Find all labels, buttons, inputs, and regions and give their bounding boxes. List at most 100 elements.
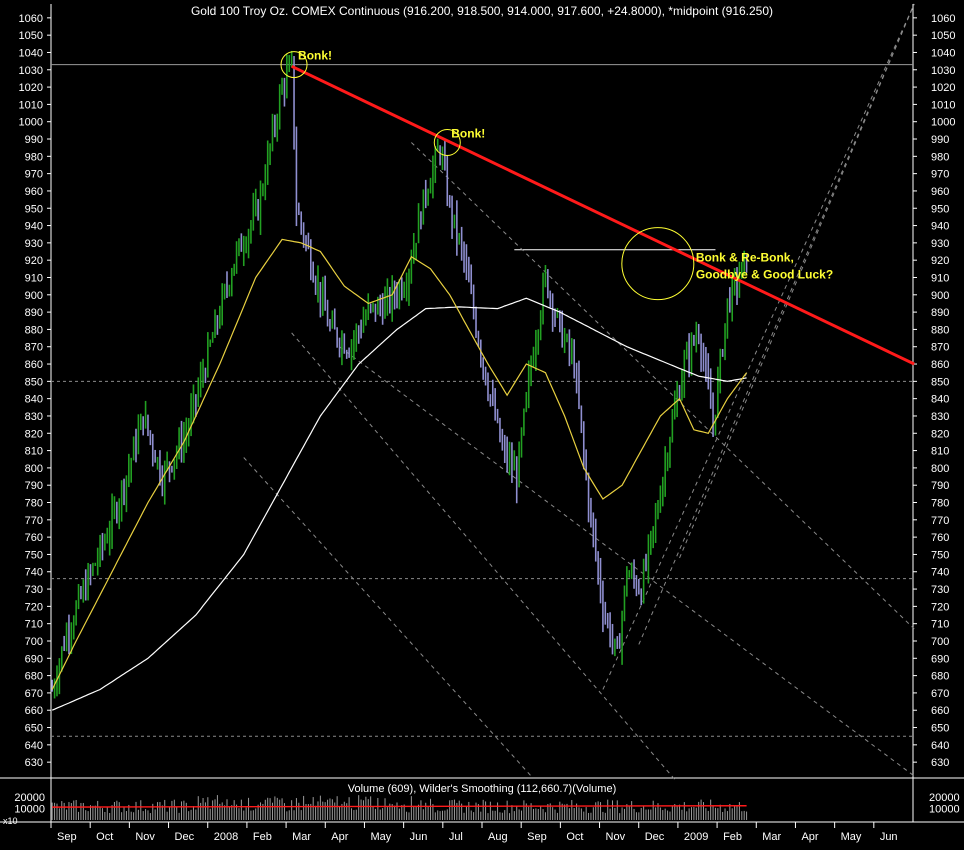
y-tick-label-left: 660 [25,705,43,717]
y-tick-label-right: 970 [931,169,949,181]
y-tick-label-left: 920 [25,255,43,267]
y-tick-label-right: 740 [931,567,949,579]
y-tick-label-right: 810 [931,446,949,458]
y-tick-label-right: 1030 [931,65,955,77]
y-tick-label-left: 910 [25,272,43,284]
annotation-text: Bonk! [298,49,332,63]
y-tick-label-right: 1020 [931,82,955,94]
y-tick-label-left: 770 [25,515,43,527]
y-tick-label-right: 960 [931,186,949,198]
y-tick-label-left: 1050 [19,30,43,42]
x-axis-month-label: Jul [449,831,463,843]
chart-title: Gold 100 Troy Oz. COMEX Continuous (916.… [191,4,773,18]
y-tick-label-left: 810 [25,446,43,458]
y-tick-label-left: 1010 [19,99,43,111]
x-axis-month-label: Apr [331,831,348,843]
y-tick-label-left: 840 [25,394,43,406]
y-tick-label-left: 760 [25,532,43,544]
y-tick-label-left: 990 [25,134,43,146]
y-tick-label-right: 840 [931,394,949,406]
y-tick-label-left: 1060 [19,13,43,25]
y-tick-label-right: 630 [931,757,949,769]
x-axis-month-label: Apr [801,831,818,843]
x-axis-month-label: Jun [880,831,898,843]
x-axis-month-label: May [370,831,391,843]
x-axis-month-label: Feb [723,831,742,843]
x-axis-month-label: Feb [253,831,272,843]
annotation-text: Bonk & Re-Bonk, [696,251,794,265]
y-tick-label-left: 670 [25,688,43,700]
y-tick-label-left: 900 [25,290,43,302]
y-tick-label-left: 680 [25,671,43,683]
y-tick-label-left: 830 [25,411,43,423]
x-axis-month-label: May [841,831,862,843]
y-tick-label-right: 860 [931,359,949,371]
y-tick-label-left: 740 [25,567,43,579]
y-tick-label-left: 820 [25,428,43,440]
y-tick-label-right: 1050 [931,30,955,42]
x-axis-month-label: Nov [135,831,155,843]
y-tick-label-right: 800 [931,463,949,475]
y-tick-label-left: 1020 [19,82,43,94]
y-tick-label-right: 990 [931,134,949,146]
x-axis-month-label: Dec [645,831,665,843]
volume-tick-label-left: 20000 [14,792,45,804]
annotation-text: Goodbye & Good Luck? [696,268,833,282]
gold-price-chart: Gold 100 Troy Oz. COMEX Continuous (916.… [0,0,964,845]
y-tick-label-right: 710 [931,619,949,631]
y-tick-label-left: 890 [25,307,43,319]
y-tick-label-left: 950 [25,203,43,215]
annotation-text: Bonk! [451,126,485,140]
y-tick-label-left: 690 [25,653,43,665]
y-tick-label-left: 800 [25,463,43,475]
y-tick-label-right: 700 [931,636,949,648]
x-axis-month-label: Jun [410,831,428,843]
y-tick-label-left: 730 [25,584,43,596]
y-tick-label-right: 670 [931,688,949,700]
y-tick-label-left: 720 [25,601,43,613]
y-tick-label-left: 710 [25,619,43,631]
y-tick-label-right: 720 [931,601,949,613]
x-axis-month-label: Sep [527,831,547,843]
y-tick-label-left: 940 [25,221,43,233]
x-axis-month-label: Nov [606,831,626,843]
volume-tick-label-left: 10000 [14,804,45,816]
y-tick-label-left: 1000 [19,117,43,129]
y-tick-label-right: 950 [931,203,949,215]
chart-stage: Gold 100 Troy Oz. COMEX Continuous (916.… [0,0,964,845]
y-tick-label-right: 900 [931,290,949,302]
y-tick-label-right: 680 [931,671,949,683]
y-tick-label-right: 1010 [931,99,955,111]
y-tick-label-right: 930 [931,238,949,250]
y-tick-label-left: 630 [25,757,43,769]
y-tick-label-left: 650 [25,723,43,735]
x-axis-month-label: Dec [175,831,195,843]
volume-title: Volume (609), Wilder's Smoothing (112,66… [348,783,616,795]
y-tick-label-right: 780 [931,498,949,510]
y-tick-label-right: 660 [931,705,949,717]
y-tick-label-left: 880 [25,324,43,336]
volume-tick-label-right: 20000 [929,792,960,804]
x-axis-month-label: Mar [292,831,311,843]
y-tick-label-left: 780 [25,498,43,510]
y-tick-label-right: 850 [931,376,949,388]
volume-tick-label-right: 10000 [929,804,960,816]
y-tick-label-right: 1000 [931,117,955,129]
x-axis-month-label: Oct [566,831,583,843]
y-tick-label-left: 700 [25,636,43,648]
y-tick-label-left: 930 [25,238,43,250]
y-tick-label-right: 1060 [931,13,955,25]
y-tick-label-left: 860 [25,359,43,371]
y-tick-label-right: 690 [931,653,949,665]
y-tick-label-left: 790 [25,480,43,492]
y-tick-label-left: 1030 [19,65,43,77]
y-tick-label-right: 890 [931,307,949,319]
y-tick-label-right: 770 [931,515,949,527]
y-tick-label-left: 640 [25,740,43,752]
y-tick-label-right: 640 [931,740,949,752]
y-tick-label-right: 830 [931,411,949,423]
y-tick-label-right: 940 [931,221,949,233]
y-tick-label-left: 980 [25,151,43,163]
x-axis-month-label: Sep [57,831,77,843]
y-tick-label-left: 870 [25,342,43,354]
